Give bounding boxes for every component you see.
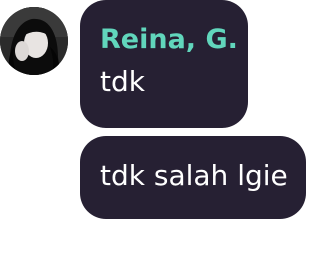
message-text: tdk: [100, 65, 145, 98]
message-bubble[interactable]: tdk salah lgie: [80, 136, 306, 219]
sender-name[interactable]: Reina, G.: [100, 24, 248, 56]
avatar-photo-icon: [0, 7, 68, 75]
chat-thread: Reina, G. tdk tdk salah lgie: [0, 0, 320, 274]
message-bubble[interactable]: Reina, G. tdk: [80, 0, 248, 128]
message-text: tdk salah lgie: [100, 159, 288, 192]
sender-avatar[interactable]: [0, 7, 68, 75]
